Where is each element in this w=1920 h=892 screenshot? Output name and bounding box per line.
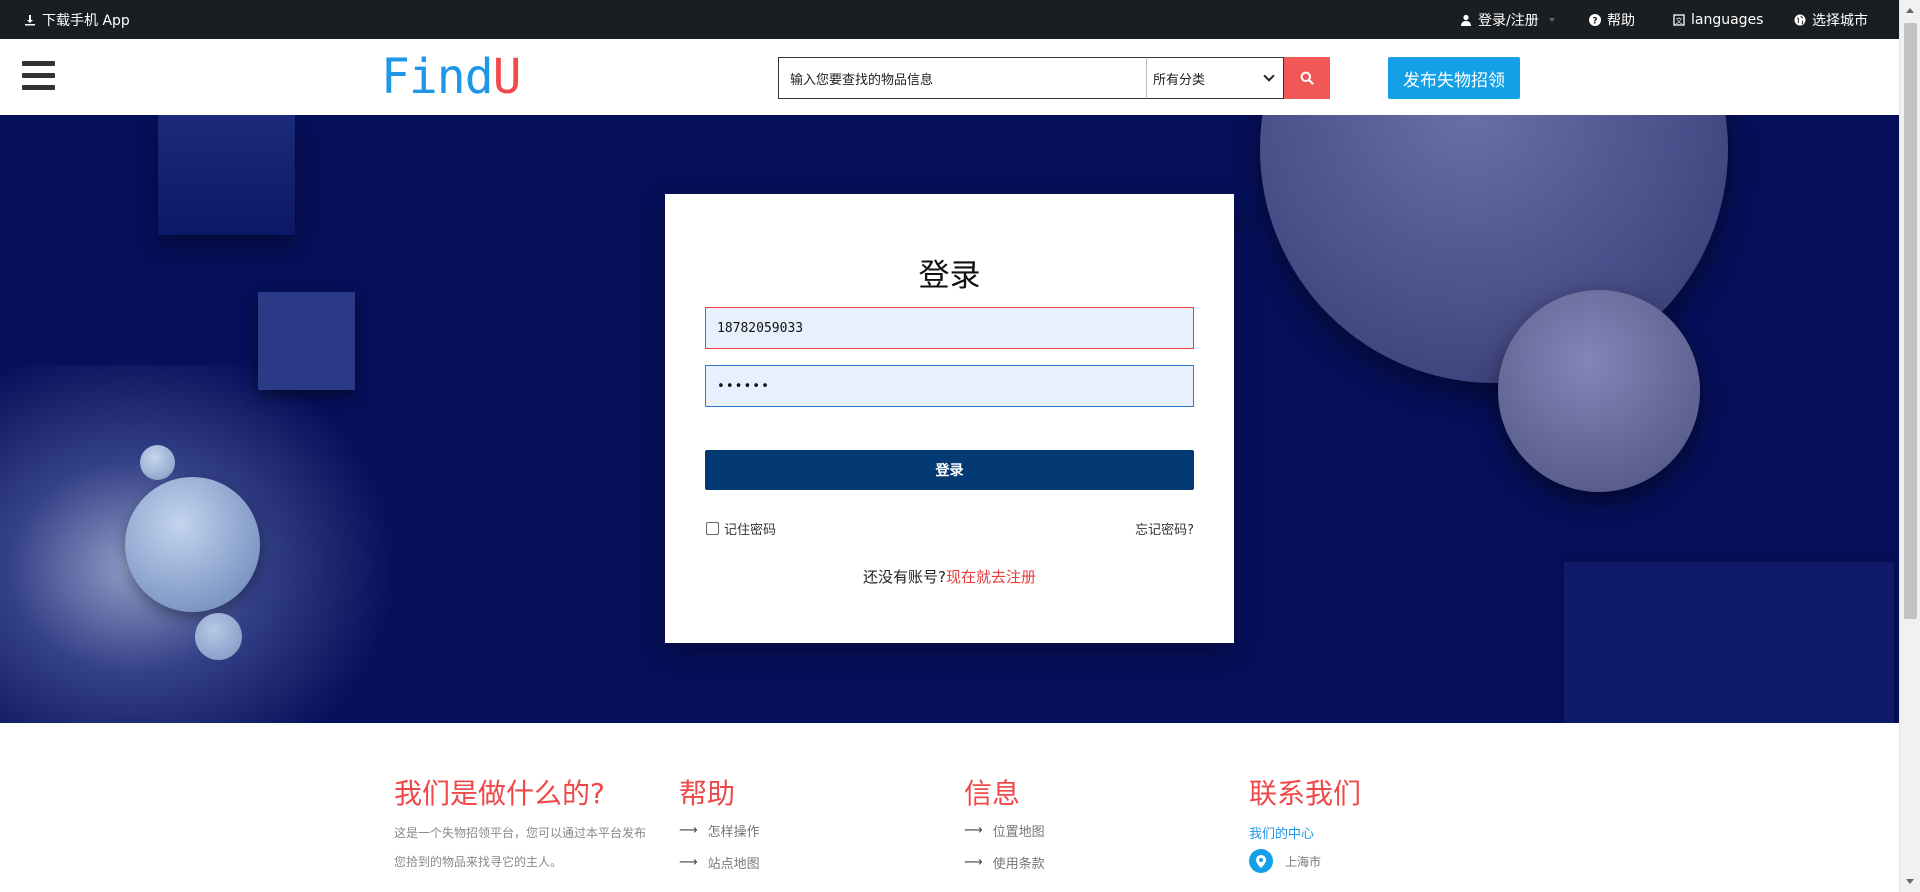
footer-info-title: 信息 [964, 777, 1021, 810]
scroll-up-arrow-icon[interactable] [1906, 8, 1914, 13]
remember-password[interactable]: 记住密码 [706, 519, 776, 538]
remember-label: 记住密码 [724, 523, 777, 538]
footer-link-location-map[interactable]: ⟶ 位置地图 [964, 817, 1045, 843]
download-app-label: 下载手机 App [42, 12, 130, 29]
language-icon: 文 [1673, 13, 1685, 26]
download-icon [25, 14, 35, 25]
decor-square [1564, 562, 1894, 723]
scroll-down-arrow-icon[interactable] [1906, 879, 1914, 884]
login-card: 登录 18782059033 •••••• 登录 记住密码 忘记密码? 还没有账… [665, 194, 1234, 643]
decor-circle [125, 477, 260, 612]
question-circle-icon: ? [1589, 13, 1601, 26]
help-label: 帮助 [1607, 12, 1635, 29]
footer-help: 帮助 ⟶ 怎样操作 ⟶ 站点地图 [679, 777, 760, 875]
footer-link-how-to[interactable]: ⟶ 怎样操作 [679, 817, 760, 843]
login-button[interactable]: 登录 [705, 450, 1194, 490]
footer-link-label: 站点地图 [707, 856, 760, 872]
findu-logo[interactable]: FindU [381, 49, 521, 105]
post-lost-found-button[interactable]: 发布失物招领 [1388, 57, 1520, 99]
scrollbar-thumb[interactable] [1904, 23, 1917, 619]
register-prompt: 还没有账号?现在就去注册 [665, 566, 1234, 587]
footer-link-label: 位置地图 [992, 824, 1045, 840]
page: 下载手机 App 登录/注册 ? 帮助 文 languages 选择城市 Fin… [0, 0, 1920, 892]
vertical-scrollbar[interactable] [1899, 0, 1920, 892]
username-field[interactable]: 18782059033 [705, 307, 1194, 349]
footer-help-title: 帮助 [679, 777, 736, 810]
category-selected-value: 所有分类 [1153, 72, 1206, 88]
decor-circle [1498, 290, 1700, 492]
decor-square [158, 115, 295, 235]
footer-contact: 联系我们 我们的中心 上海市 [1249, 777, 1361, 873]
svg-text:文: 文 [1676, 16, 1683, 25]
footer-center-link[interactable]: 我们的中心 [1249, 819, 1361, 845]
footer-link-label: 使用条款 [992, 856, 1045, 872]
map-pin-icon [1249, 849, 1273, 873]
top-bar: 下载手机 App 登录/注册 ? 帮助 文 languages 选择城市 [0, 0, 1899, 39]
user-icon [1461, 14, 1471, 26]
search-icon [1300, 71, 1314, 85]
arrow-right-icon: ⟶ [964, 822, 983, 838]
forgot-password-link[interactable]: 忘记密码? [1135, 519, 1194, 538]
svg-text:?: ? [1592, 16, 1597, 26]
login-register-link[interactable]: 登录/注册 [1460, 0, 1555, 39]
menu-icon[interactable] [22, 61, 55, 90]
choose-city-link[interactable]: 选择城市 [1794, 0, 1868, 39]
site-header: FindU 输入您要查找的物品信息 所有分类 发布失物招领 [0, 39, 1899, 115]
footer-contact-title: 联系我们 [1249, 777, 1362, 810]
footer-location: 上海市 [1249, 849, 1361, 873]
login-title: 登录 [918, 258, 981, 294]
help-link[interactable]: ? 帮助 [1589, 0, 1635, 39]
footer-link-sitemap[interactable]: ⟶ 站点地图 [679, 849, 760, 875]
login-register-label: 登录/注册 [1478, 12, 1539, 29]
no-account-text: 还没有账号? [863, 568, 946, 586]
password-value: •••••• [717, 378, 770, 394]
logo-text-find: Find [381, 49, 494, 105]
footer: 我们是做什么的? 这是一个失物招领平台，您可以通过本平台发布您拾到的物品来找寻它… [0, 723, 1899, 892]
search-placeholder: 输入您要查找的物品信息 [790, 72, 934, 88]
category-select[interactable]: 所有分类 [1146, 57, 1284, 99]
footer-about: 我们是做什么的? 这是一个失物招领平台，您可以通过本平台发布您拾到的物品来找寻它… [394, 777, 654, 877]
languages-label: languages [1691, 11, 1764, 28]
footer-about-text: 这是一个失物招领平台，您可以通过本平台发布您拾到的物品来找寻它的主人。 [394, 826, 647, 869]
footer-about-title: 我们是做什么的? [394, 777, 605, 810]
username-value: 18782059033 [717, 320, 804, 336]
arrow-right-icon: ⟶ [679, 822, 698, 838]
footer-info: 信息 ⟶ 位置地图 ⟶ 使用条款 [964, 777, 1045, 875]
download-app-link[interactable]: 下载手机 App [24, 0, 130, 39]
languages-link[interactable]: 文 languages [1673, 0, 1763, 39]
globe-icon [1794, 14, 1806, 25]
choose-city-label: 选择城市 [1812, 12, 1868, 29]
search-button[interactable] [1284, 57, 1330, 99]
password-field[interactable]: •••••• [705, 365, 1194, 407]
footer-link-terms[interactable]: ⟶ 使用条款 [964, 849, 1045, 875]
decor-circle [195, 613, 242, 660]
footer-city: 上海市 [1285, 854, 1322, 869]
search-input[interactable]: 输入您要查找的物品信息 [778, 57, 1146, 99]
remember-checkbox[interactable] [706, 522, 719, 535]
decor-circle [140, 445, 175, 480]
arrow-right-icon: ⟶ [964, 854, 983, 870]
register-link[interactable]: 现在就去注册 [946, 568, 1036, 586]
arrow-right-icon: ⟶ [679, 854, 698, 870]
chevron-down-icon [1263, 70, 1275, 82]
decor-square [258, 292, 355, 390]
logo-text-u: U [492, 49, 522, 105]
chevron-down-icon [1548, 17, 1555, 22]
footer-link-label: 怎样操作 [707, 824, 760, 840]
